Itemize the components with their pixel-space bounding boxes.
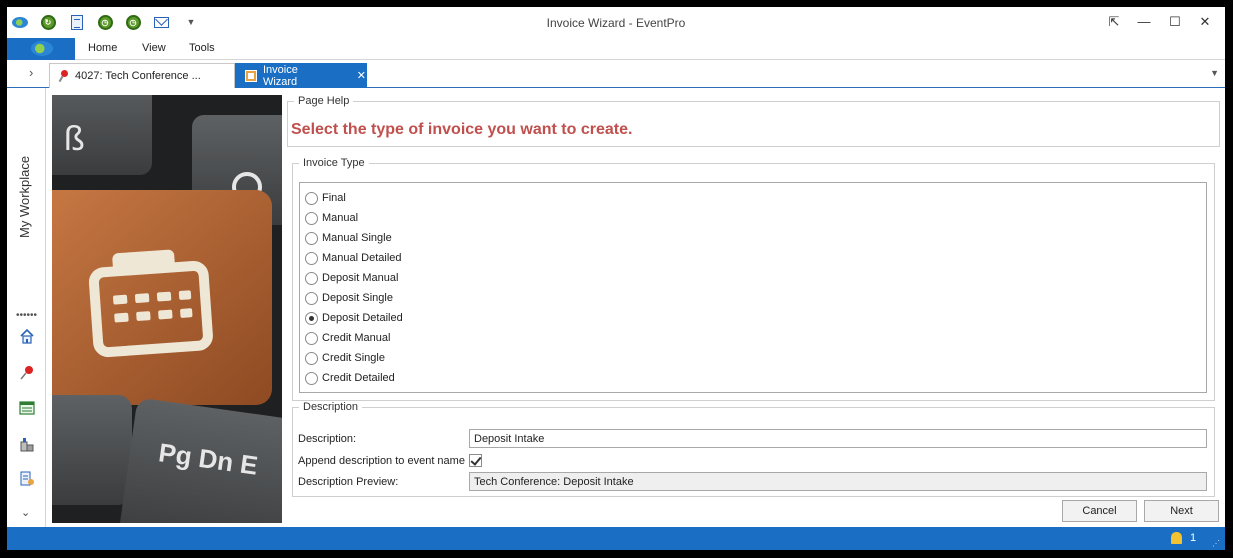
tabs-dropdown-icon[interactable]: ▼ — [1210, 68, 1219, 78]
radio-deposit-manual[interactable]: Deposit Manual — [305, 269, 398, 287]
wizard-content: Page Help Select the type of invoice you… — [287, 95, 1220, 497]
close-button[interactable]: ✕ — [1194, 12, 1216, 32]
append-description-label: Append description to event name — [298, 455, 465, 467]
status-bar: 1 ⋰ — [7, 527, 1225, 550]
tab-invoice-wizard[interactable]: Invoice Wizard ✕ — [235, 63, 367, 88]
document-tabs: › 4027: Tech Conference ... Invoice Wiza… — [7, 60, 1225, 88]
radio-deposit-detailed[interactable]: Deposit Detailed — [305, 309, 403, 327]
wizard-icon — [245, 69, 257, 82]
radio-label: Deposit Single — [322, 292, 393, 304]
description-input[interactable] — [469, 429, 1207, 448]
radio-manual[interactable]: Manual — [305, 209, 358, 227]
tab-event[interactable]: 4027: Tech Conference ... — [49, 63, 235, 88]
append-description-checkbox[interactable] — [469, 454, 482, 467]
svg-text:ß: ß — [64, 120, 85, 158]
radio-manual-detailed[interactable]: Manual Detailed — [305, 249, 402, 267]
radio-button[interactable] — [305, 351, 318, 365]
window-title: Invoice Wizard - EventPro — [546, 16, 686, 30]
page-help-legend: Page Help — [298, 95, 350, 107]
radio-button-selected[interactable] — [305, 311, 318, 325]
radio-label: Deposit Detailed — [322, 312, 403, 324]
radio-credit-detailed[interactable]: Credit Detailed — [305, 369, 395, 387]
invoice-type-radio-list: Final Manual Manual Single Manual Detail… — [299, 182, 1207, 393]
ribbon-tab-home[interactable]: Home — [88, 42, 117, 54]
ribbon-tab-view[interactable]: View — [142, 42, 166, 54]
radio-deposit-single[interactable]: Deposit Single — [305, 289, 393, 307]
radio-label: Manual — [322, 212, 359, 224]
contacts-icon[interactable] — [19, 471, 35, 487]
app-logo-icon — [31, 41, 53, 56]
radio-button[interactable] — [305, 191, 318, 205]
description-preview-field — [469, 472, 1207, 491]
venue-icon[interactable] — [19, 436, 35, 452]
my-workplace-label[interactable]: My Workplace — [17, 156, 32, 238]
page-help-text: Select the type of invoice you want to c… — [291, 121, 633, 138]
description-legend: Description — [303, 401, 359, 413]
pin-window-icon[interactable]: ⇱ — [1103, 12, 1125, 32]
calendar-icon[interactable] — [19, 400, 35, 416]
ribbon-tab-tools[interactable]: Tools — [189, 42, 215, 54]
close-tab-icon[interactable]: ✕ — [357, 69, 366, 82]
radio-label: Credit Single — [322, 352, 385, 364]
home-icon[interactable] — [19, 328, 35, 344]
bell-icon[interactable] — [1171, 532, 1182, 544]
radio-button[interactable] — [305, 331, 318, 345]
radio-label: Manual Detailed — [322, 252, 402, 264]
radio-label: Manual Single — [322, 232, 392, 244]
chevron-down-icon[interactable]: ⌄ — [21, 506, 30, 519]
ribbon-bar: Home View Tools — [7, 38, 1225, 60]
tab-label: 4027: Tech Conference ... — [75, 70, 201, 82]
tab-label: Invoice Wizard — [262, 63, 298, 88]
minimize-button[interactable]: — — [1133, 12, 1155, 32]
expand-sidebar-icon[interactable]: › — [29, 65, 33, 80]
radio-final[interactable]: Final — [305, 189, 346, 207]
radio-label: Deposit Manual — [322, 272, 399, 284]
invoice-type-legend: Invoice Type — [303, 157, 365, 169]
radio-label: Final — [322, 192, 346, 204]
file-menu-button[interactable] — [7, 38, 75, 60]
radio-label: Credit Detailed — [322, 372, 395, 384]
pin-icon[interactable] — [19, 365, 35, 381]
navigation-sidebar: My Workplace •••••• ⌄ — [7, 88, 46, 527]
cancel-button[interactable]: Cancel — [1062, 500, 1137, 522]
radio-credit-single[interactable]: Credit Single — [305, 349, 385, 367]
title-bar: ↻ ◷ ◷ ▼ Invoice Wizard - EventPro ⇱ — ☐ … — [7, 7, 1225, 38]
radio-button[interactable] — [305, 271, 318, 285]
radio-button[interactable] — [305, 231, 318, 245]
radio-button[interactable] — [305, 211, 318, 225]
description-label: Description: — [298, 433, 357, 445]
radio-manual-single[interactable]: Manual Single — [305, 229, 392, 247]
app-window: ↻ ◷ ◷ ▼ Invoice Wizard - EventPro ⇱ — ☐ … — [7, 7, 1225, 550]
radio-label: Credit Manual — [322, 332, 391, 344]
radio-button[interactable] — [305, 251, 318, 265]
radio-button[interactable] — [305, 371, 318, 385]
radio-button[interactable] — [305, 291, 318, 305]
notification-count: 1 — [1190, 532, 1197, 544]
splitter-grip-icon[interactable]: •••••• — [16, 310, 37, 321]
next-button[interactable]: Next — [1144, 500, 1219, 522]
pin-icon — [59, 70, 69, 82]
description-preview-label: Description Preview: — [298, 476, 399, 488]
radio-credit-manual[interactable]: Credit Manual — [305, 329, 390, 347]
maximize-button[interactable]: ☐ — [1164, 12, 1186, 32]
resize-grip-icon[interactable]: ⋰ — [1212, 539, 1220, 548]
wizard-keyboard-image: ß Pg Dn E — [52, 95, 282, 523]
